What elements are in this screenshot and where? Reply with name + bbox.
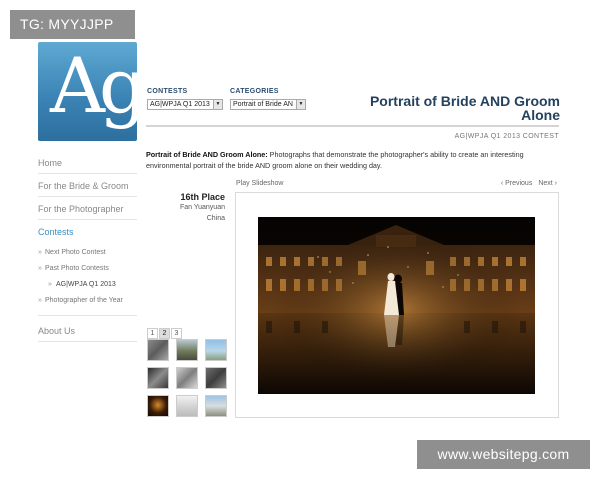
entry-rank: 16th Place	[180, 192, 225, 202]
play-slideshow-link[interactable]: Play Slideshow	[236, 180, 283, 187]
page-link[interactable]: 1	[147, 328, 158, 339]
nav-photographer[interactable]: For the Photographer	[38, 198, 137, 220]
watermark-top: TG: MYYJJPP	[10, 10, 135, 39]
subnav-past-contests[interactable]: Past Photo Contests	[38, 261, 137, 277]
thumbnail[interactable]	[205, 367, 227, 389]
thumbnail[interactable]	[147, 395, 169, 417]
page-link[interactable]: 3	[171, 328, 182, 339]
contests-select[interactable]: AG|WPJA Q1 2013 ▼	[147, 99, 223, 110]
subnav-q1-2013[interactable]: AG|WPJA Q1 2013	[38, 277, 137, 293]
contests-subnav: Next Photo Contest Past Photo Contests A…	[38, 245, 137, 309]
watermark-bottom: www.websitepg.com	[417, 440, 590, 469]
subnav-photographer-year[interactable]: Photographer of the Year	[38, 293, 137, 309]
photographer-country: China	[206, 215, 225, 222]
logo-text: Ag	[50, 42, 137, 130]
categories-select[interactable]: Portrait of Bride AN ▼	[230, 99, 306, 110]
thumbnail[interactable]	[147, 367, 169, 389]
nav-bride-groom[interactable]: For the Bride & Groom	[38, 175, 137, 197]
main-photo[interactable]	[258, 217, 535, 394]
thumbnail[interactable]	[205, 339, 227, 361]
thumbnail[interactable]	[147, 339, 169, 361]
chevron-down-icon: ▼	[213, 100, 222, 109]
thumbnail[interactable]	[176, 395, 198, 417]
sidebar-nav: Home For the Bride & Groom For the Photo…	[38, 152, 137, 343]
thumbnail[interactable]	[176, 367, 198, 389]
title-divider	[146, 125, 559, 127]
ag-logo[interactable]: Ag	[38, 42, 137, 141]
description-heading: Portrait of Bride AND Groom Alone:	[146, 150, 268, 159]
category-description: Portrait of Bride AND Groom Alone: Photo…	[146, 149, 559, 171]
contest-name: AG|WPJA Q1 2013 CONTEST	[454, 133, 559, 140]
next-link[interactable]: Next ›	[538, 180, 557, 187]
thumbnail[interactable]	[205, 395, 227, 417]
nav-contests[interactable]: Contests	[38, 221, 137, 243]
nav-home[interactable]: Home	[38, 152, 137, 174]
categories-label: CATEGORIES	[230, 88, 279, 95]
categories-select-value: Portrait of Bride AN	[233, 101, 293, 108]
entry-info: 16th Place Fan Yuanyuan China	[160, 192, 225, 224]
photographer-name[interactable]: Fan Yuanyuan	[160, 202, 225, 213]
photo-navigation: ‹ Previous Next ›	[470, 180, 557, 187]
contests-select-value: AG|WPJA Q1 2013	[150, 101, 210, 108]
thumbnail-pager: 123	[147, 322, 183, 340]
contests-label: CONTESTS	[147, 88, 188, 95]
subnav-next-contest[interactable]: Next Photo Contest	[38, 245, 137, 261]
chevron-down-icon: ▼	[296, 100, 305, 109]
nav-about[interactable]: About Us	[38, 320, 137, 342]
page-title: Portrait of Bride AND Groom Alone	[369, 93, 560, 123]
page-link-current[interactable]: 2	[159, 328, 170, 339]
bride-groom-night-photo	[258, 217, 535, 394]
previous-link[interactable]: ‹ Previous	[501, 180, 533, 187]
nav-divider	[38, 315, 137, 316]
thumbnail[interactable]	[176, 339, 198, 361]
